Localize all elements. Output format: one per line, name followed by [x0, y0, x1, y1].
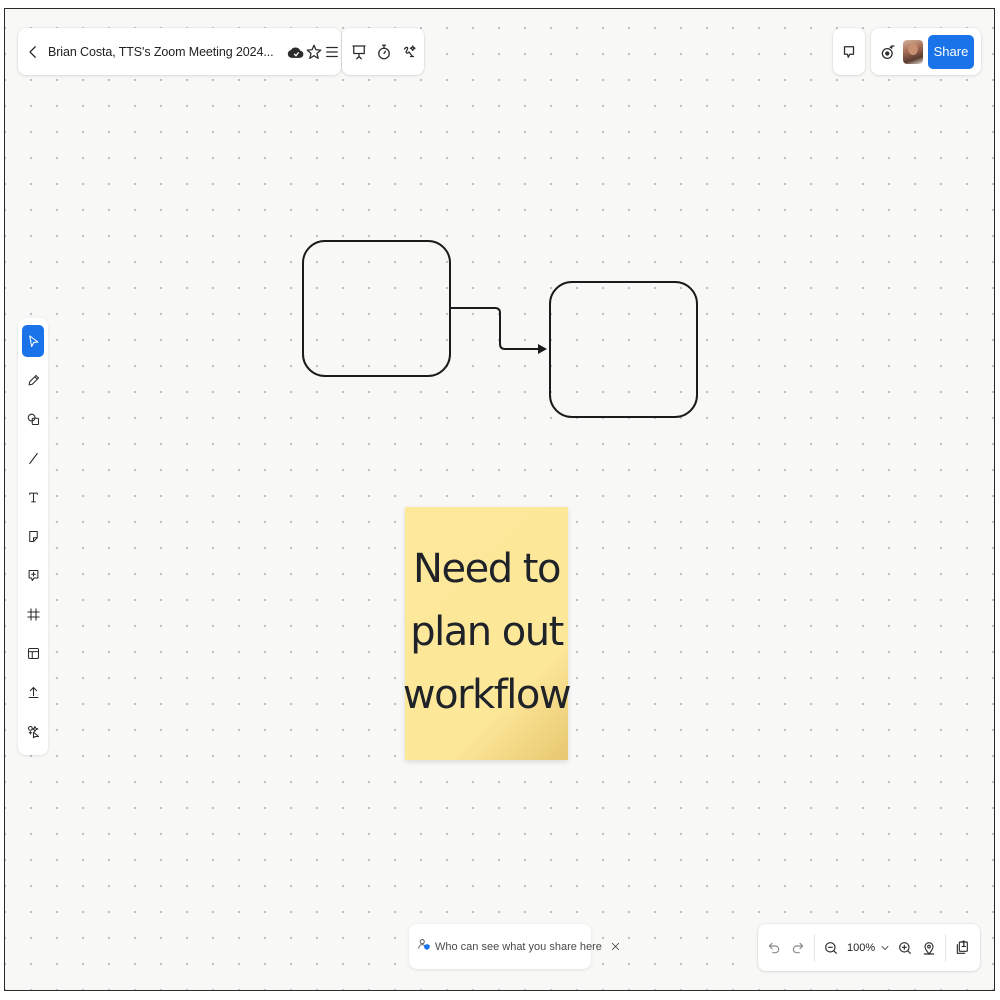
comments-button[interactable]: [836, 37, 862, 67]
cursor-icon: [28, 334, 38, 347]
timer-button[interactable]: [371, 37, 396, 67]
rounded-rectangle-right[interactable]: [549, 281, 698, 418]
rounded-rectangle-left[interactable]: [302, 240, 451, 377]
redo-icon: [792, 942, 804, 953]
tool-more-apps[interactable]: [22, 715, 44, 747]
apps-icon: [27, 725, 39, 738]
tool-line[interactable]: [22, 442, 44, 474]
toolbar-divider: [945, 933, 947, 962]
tool-comment[interactable]: [22, 559, 44, 591]
star-icon: [307, 44, 322, 59]
tool-text[interactable]: [22, 481, 44, 513]
upload-icon: [28, 686, 38, 698]
zoom-in-icon: [899, 941, 912, 954]
title-panel: Brian Costa, TTS's Zoom Meeting 2024...: [18, 28, 341, 75]
redo-button[interactable]: [786, 933, 810, 963]
board-title[interactable]: Brian Costa, TTS's Zoom Meeting 2024...: [48, 45, 274, 59]
share-panel: Share: [871, 28, 981, 75]
sticky-note-text: Need to plan out workflow: [402, 546, 572, 718]
chevron-down-icon: [881, 945, 889, 950]
line-icon: [28, 452, 38, 464]
reactions-icon: [881, 44, 895, 59]
cloud-sync-icon: [288, 47, 304, 58]
page-indicator: 1: [961, 938, 967, 949]
zoom-panel: 100% 1: [758, 924, 980, 971]
star-button[interactable]: [305, 37, 323, 67]
presentation-icon: [352, 44, 366, 59]
menu-button[interactable]: [323, 37, 341, 67]
comment-add-icon: [28, 569, 38, 581]
diagram-layer: [302, 240, 698, 418]
close-notice-button[interactable]: [610, 941, 621, 953]
comment-icon: [843, 45, 855, 58]
smart-draw-button[interactable]: [397, 37, 422, 67]
smart-draw-icon: [404, 44, 416, 57]
connector-arrow[interactable]: [450, 307, 547, 354]
pages-button[interactable]: 1: [950, 933, 974, 963]
zoom-dropdown-button[interactable]: [877, 933, 893, 963]
pen-icon: [28, 374, 39, 385]
present-button[interactable]: [346, 37, 371, 67]
hamburger-menu-icon: [326, 46, 339, 57]
undo-button[interactable]: [762, 933, 786, 963]
template-icon: [27, 647, 39, 659]
avatar[interactable]: [903, 39, 923, 64]
zoom-out-icon: [825, 941, 837, 954]
tool-select[interactable]: [22, 325, 44, 357]
comment-panel: [833, 28, 865, 75]
navigate-button[interactable]: [917, 933, 941, 963]
cloud-status-button[interactable]: [287, 37, 305, 67]
close-icon: [611, 942, 620, 951]
zoom-out-button[interactable]: [819, 933, 843, 963]
reactions-button[interactable]: [875, 37, 901, 67]
toolbar-divider: [814, 933, 815, 962]
share-visibility-notice[interactable]: Who can see what you share here: [409, 924, 620, 969]
sticky-note-icon: [28, 530, 38, 542]
chevron-left-icon: [29, 45, 36, 58]
top-tools-panel: [342, 28, 424, 75]
tool-shapes[interactable]: [22, 403, 44, 435]
sticky-note[interactable]: Need to plan out workflow: [402, 507, 572, 760]
tool-templates[interactable]: [22, 637, 44, 669]
share-button[interactable]: Share: [928, 34, 974, 69]
timer-icon: [378, 44, 390, 59]
whiteboard-canvas[interactable]: Need to plan out workflow Brian Costa, T…: [4, 8, 995, 991]
zoom-level[interactable]: 100%: [847, 942, 875, 954]
notice-text[interactable]: Who can see what you share here: [435, 941, 602, 953]
tool-sticky-note[interactable]: [22, 520, 44, 552]
people-shield-icon: [417, 937, 431, 956]
frame-icon: [26, 607, 40, 621]
text-icon: [28, 492, 38, 502]
undo-icon: [768, 942, 780, 953]
map-pin-icon: [923, 941, 935, 955]
tool-frame[interactable]: [22, 598, 44, 630]
tool-pen[interactable]: [22, 364, 44, 396]
zoom-in-button[interactable]: [893, 933, 917, 963]
tool-upload[interactable]: [22, 676, 44, 708]
shapes-icon: [27, 413, 39, 425]
left-toolbar: [18, 318, 48, 755]
back-button[interactable]: [24, 37, 42, 67]
